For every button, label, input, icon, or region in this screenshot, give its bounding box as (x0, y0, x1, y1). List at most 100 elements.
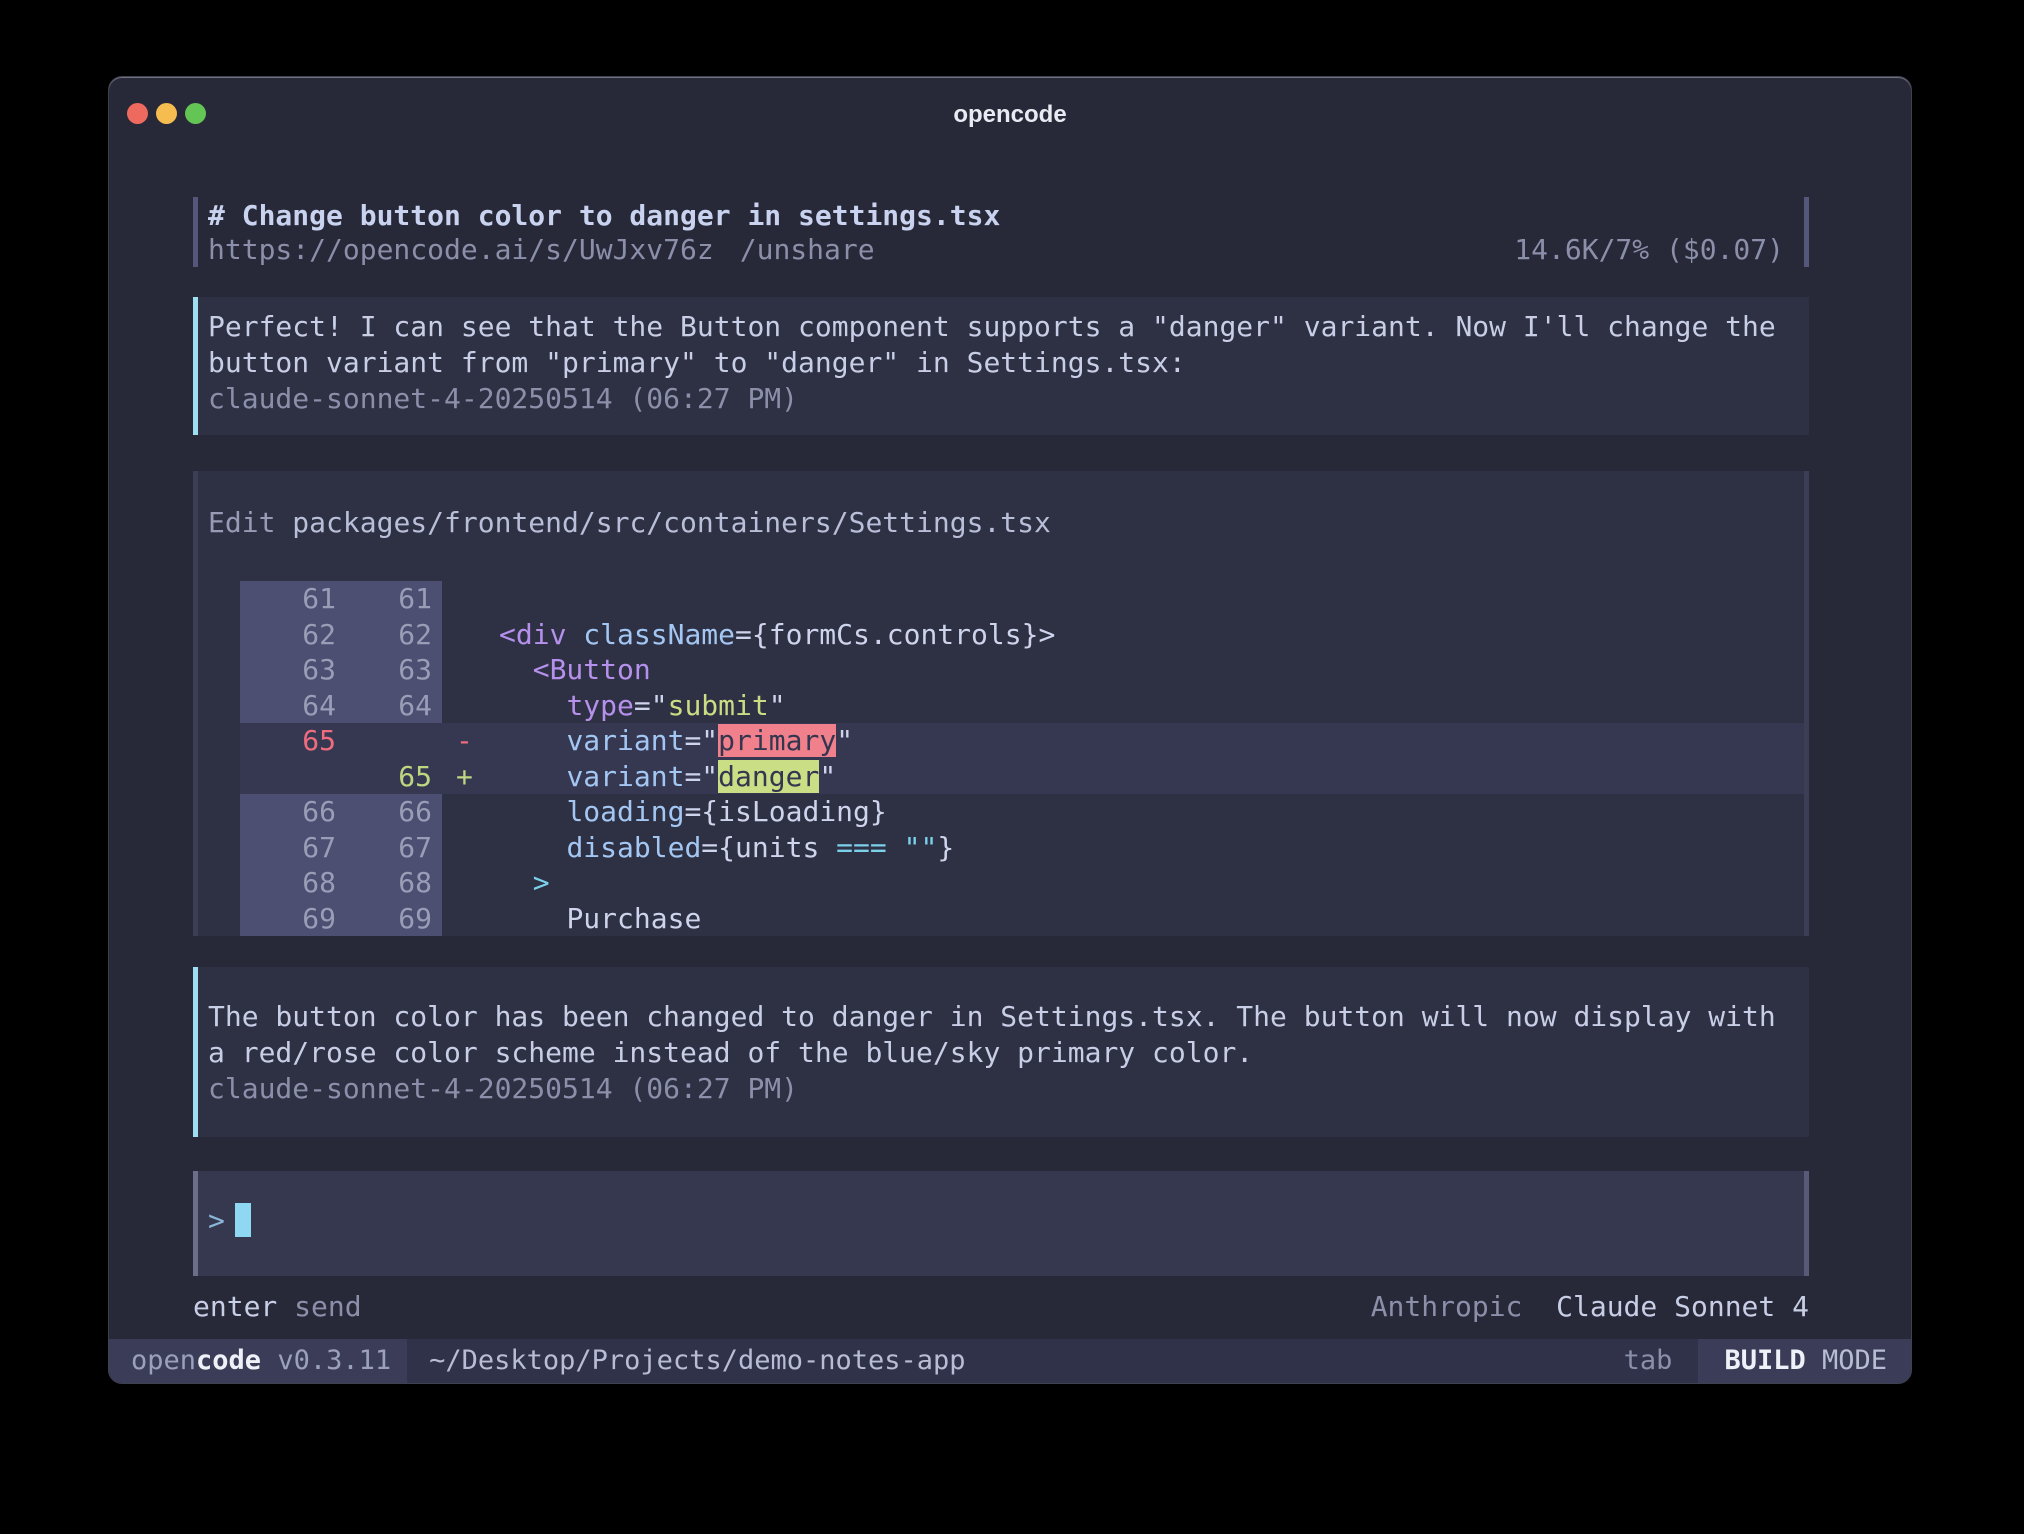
line-number-new: 65 (340, 759, 442, 795)
tool-action-label: Edit (208, 506, 292, 539)
code-token: isLoading (718, 795, 870, 828)
app-name-open: open (131, 1339, 196, 1383)
diff-row-pad (198, 901, 240, 937)
line-number-old (240, 759, 340, 795)
code-token: ={ (684, 795, 718, 828)
diff-row-pad (198, 830, 240, 866)
code-line: Purchase (499, 901, 1804, 937)
share-url[interactable]: https://opencode.ai/s/UwJxv76z (208, 233, 714, 267)
prompt-symbol: > (208, 1204, 225, 1237)
code-token: <Button (533, 653, 651, 686)
diff-marker (442, 688, 499, 724)
diff-row-strip: 6464 type="submit" (240, 688, 1804, 724)
line-number-new: 62 (340, 617, 442, 653)
diff-marker (442, 830, 499, 866)
unshare-link[interactable]: /unshare (740, 233, 875, 267)
code-token (499, 831, 566, 864)
code-token (499, 724, 566, 757)
diff-row-pad (198, 617, 240, 653)
code-token: disabled (566, 831, 701, 864)
line-number-new: 69 (340, 901, 442, 937)
code-token: "" (904, 831, 938, 864)
code-line: <Button (499, 652, 1804, 688)
cwd-path: ~/Desktop/Projects/demo-notes-app (429, 1339, 965, 1383)
message-line: button variant from "primary" to "danger… (208, 345, 1789, 381)
hints-row: enter send Anthropic Claude Sonnet 4 (193, 1289, 1809, 1325)
diff-row: 6262<div className={formCs.controls}> (198, 617, 1804, 653)
diff-row: 65- variant="primary" (198, 723, 1804, 759)
code-line: variant="primary" (499, 723, 1804, 759)
diff-row-pad (198, 794, 240, 830)
diff-row-pad (198, 865, 240, 901)
diff-marker (442, 652, 499, 688)
code-token: ={ (701, 831, 735, 864)
code-token: =" (634, 689, 668, 722)
code-token: " (836, 724, 853, 757)
code-token: className (583, 618, 735, 651)
line-number-old: 64 (240, 688, 340, 724)
edit-tool-header: Edit packages/frontend/src/containers/Se… (198, 471, 1804, 539)
diff-marker (442, 865, 499, 901)
code-token: === (836, 831, 887, 864)
code-line (499, 581, 1804, 617)
diff-row-pad (198, 723, 240, 759)
code-token: " (819, 760, 836, 793)
token-usage: 14.6K/7% ($0.07) (1514, 233, 1784, 267)
code-line: disabled={units === ""} (499, 830, 1804, 866)
mode-label: MODE (1806, 1339, 1887, 1383)
diff-row-strip: 65- variant="primary" (240, 723, 1804, 759)
hint-enter-key: enter (193, 1289, 277, 1325)
assistant-message: Perfect! I can see that the Button compo… (193, 297, 1809, 435)
diff-row-strip: 6868 > (240, 865, 1804, 901)
mode-badge: BUILD MODE (1698, 1339, 1911, 1383)
code-token: Purchase (566, 902, 701, 935)
diff-marker (442, 794, 499, 830)
code-token: ={ (735, 618, 769, 651)
text-cursor (235, 1203, 251, 1237)
line-number-new: 63 (340, 652, 442, 688)
line-number-new: 67 (340, 830, 442, 866)
code-token: primary (718, 724, 836, 757)
line-number-old: 63 (240, 652, 340, 688)
line-number-old: 65 (240, 723, 340, 759)
diff-row: 65+ variant="danger" (198, 759, 1804, 795)
model-provider: Anthropic (1371, 1290, 1540, 1323)
diff-row: 6868 > (198, 865, 1804, 901)
hint-send-label: send (277, 1289, 361, 1325)
line-number-old: 62 (240, 617, 340, 653)
code-token (499, 653, 533, 686)
session-header: # Change button color to danger in setti… (193, 197, 1809, 267)
message-line: a red/rose color scheme instead of the b… (208, 1035, 1789, 1071)
desktop: { "window": { "title": "opencode" }, "se… (0, 0, 2024, 1534)
message-line: The button color has been changed to dan… (208, 999, 1789, 1035)
line-number-new (340, 723, 442, 759)
code-token: <div (499, 618, 566, 651)
titlebar: opencode (109, 77, 1911, 147)
code-token: submit (668, 689, 769, 722)
code-token (499, 760, 566, 793)
code-token (499, 795, 566, 828)
code-token (566, 618, 583, 651)
edit-tool-card: Edit packages/frontend/src/containers/Se… (193, 471, 1809, 936)
session-subrow: https://opencode.ai/s/UwJxv76z /unshare … (208, 233, 1784, 267)
code-token: > (533, 866, 550, 899)
app-version-chip: open code v0.3.11 (109, 1339, 407, 1383)
diff-row-pad (198, 652, 240, 688)
line-number-old: 61 (240, 581, 340, 617)
tab-hint[interactable]: tab (1624, 1339, 1699, 1383)
message-line: Perfect! I can see that the Button compo… (208, 309, 1789, 345)
diff-marker (442, 581, 499, 617)
app-name-code: code (196, 1339, 261, 1383)
code-token: units (735, 831, 836, 864)
diff-row-strip: 6666 loading={isLoading} (240, 794, 1804, 830)
prompt-input[interactable]: > (193, 1171, 1809, 1276)
diff-row: 6969 Purchase (198, 901, 1804, 937)
message-meta: claude-sonnet-4-20250514 (06:27 PM) (208, 1071, 1789, 1107)
diff-row-strip: 6767 disabled={units === ""} (240, 830, 1804, 866)
code-token: loading (566, 795, 684, 828)
code-token: " (769, 689, 786, 722)
diff-marker (442, 617, 499, 653)
code-line: type="submit" (499, 688, 1804, 724)
code-token: type (566, 689, 633, 722)
diff-row-pad (198, 688, 240, 724)
